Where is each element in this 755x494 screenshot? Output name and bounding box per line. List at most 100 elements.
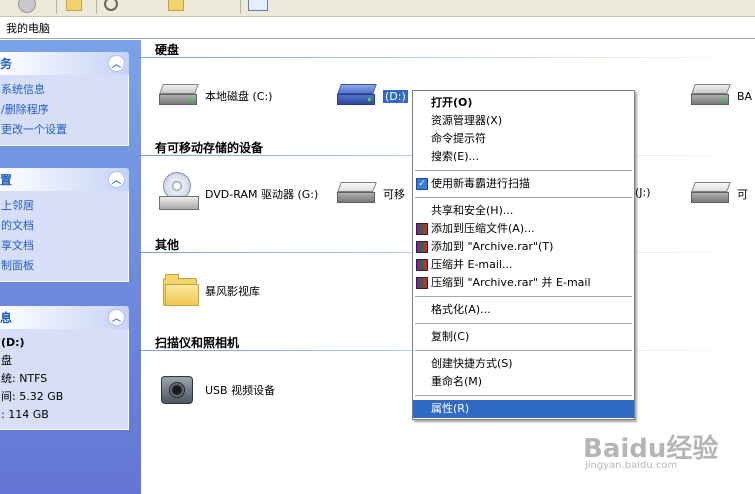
menu-item-add-to-archive[interactable]: 添加到压缩文件(A)... (413, 220, 634, 238)
winrar-icon (416, 259, 428, 271)
menu-item-sharing-security[interactable]: 共享和安全(H)... (413, 202, 634, 220)
winrar-icon (416, 241, 428, 253)
menu-separator (415, 350, 632, 351)
panel-title: 务 (0, 57, 13, 71)
group-header-hard-disks: 硬盘 (155, 43, 180, 57)
search-button[interactable] (104, 0, 121, 14)
item-label: 暴风影视库 (205, 285, 260, 298)
removable-disk-icon (689, 182, 733, 206)
views-button[interactable] (248, 0, 271, 14)
shared-documents-link[interactable]: 享文档 (1, 236, 124, 256)
drive-label: (D:) (383, 89, 408, 103)
menu-item-format[interactable]: 格式化(A)... (413, 301, 634, 319)
menu-item-command-prompt[interactable]: 命令提示符 (413, 130, 634, 148)
group-header-other: 其他 (155, 238, 180, 252)
other-places-header[interactable]: 置 ︿ (0, 168, 129, 191)
dvd-drive-icon (157, 172, 201, 216)
folder-icon (161, 274, 201, 308)
free-space: 间: 5.32 GB (1, 390, 64, 403)
removable-disk-j[interactable]: (J:) (635, 186, 651, 199)
control-panel-link[interactable]: 制面板 (1, 256, 124, 276)
hard-disk-icon (689, 84, 733, 108)
menu-item-add-to-archive-rar[interactable]: 添加到 "Archive.rar"(T) (413, 238, 634, 256)
context-menu: 打开(O) 资源管理器(X) 命令提示符 搜索(E)... ✓ 使用新毒霸进行扫… (412, 90, 635, 420)
drive-label: 可移 (383, 188, 405, 201)
details-body: (D:) 盘 统: NTFS 间: 5.32 GB : 114 GB (0, 329, 129, 430)
winrar-icon (416, 277, 428, 289)
removable-disk[interactable]: 可移 (335, 182, 405, 206)
other-places-panel: 置 ︿ 上邻居 的文档 享文档 制面板 (0, 168, 129, 282)
panel-title: 置 (0, 173, 13, 187)
drive-ba[interactable]: BA (689, 84, 752, 108)
menu-item-antivirus-scan[interactable]: ✓ 使用新毒霸进行扫描 (413, 175, 634, 193)
drive-label: 可 (737, 188, 748, 201)
removable-disk-icon (335, 182, 379, 206)
details-panel: 息 ︿ (D:) 盘 统: NTFS 间: 5.32 GB : 114 GB (0, 306, 129, 430)
toolbar-divider (96, 0, 97, 14)
menu-item-compress-email[interactable]: 压缩并 E-mail... (413, 256, 634, 274)
winrar-icon (416, 223, 428, 235)
menu-item-label: 压缩到 "Archive.rar" 并 E-mail (431, 276, 591, 289)
menu-item-explore[interactable]: 资源管理器(X) (413, 112, 634, 130)
scan-icon: ✓ (416, 178, 428, 190)
toolbar-divider (56, 0, 57, 14)
panel-title: 息 (0, 311, 13, 325)
views-icon (248, 0, 268, 11)
address-bar[interactable]: 我的电脑 (0, 18, 755, 39)
menu-item-copy[interactable]: 复制(C) (413, 328, 634, 346)
menu-item-label: 添加到 "Archive.rar"(T) (431, 240, 554, 253)
menu-separator (415, 296, 632, 297)
up-button[interactable] (66, 0, 82, 14)
dvd-drive-g[interactable]: DVD-RAM 驱动器 (G:) (157, 172, 318, 216)
item-label: USB 视频设备 (205, 384, 276, 397)
menu-item-label: 使用新毒霸进行扫描 (431, 177, 530, 190)
my-documents-link[interactable]: 的文档 (1, 216, 124, 236)
system-tasks-body: 系统信息 /删除程序 更改一个设置 (0, 75, 129, 146)
usb-video-device[interactable]: USB 视频设备 (157, 370, 275, 410)
group-header-removable: 有可移动存储的设备 (155, 141, 264, 155)
menu-item-compress-rar-email[interactable]: 压缩到 "Archive.rar" 并 E-mail (413, 274, 634, 292)
drive-d[interactable]: (D:) (335, 84, 408, 108)
other-places-body: 上邻居 的文档 享文档 制面板 (0, 191, 129, 282)
details-header[interactable]: 息 ︿ (0, 306, 129, 329)
menu-item-search[interactable]: 搜索(E)... (413, 148, 634, 166)
add-remove-programs-link[interactable]: /删除程序 (1, 100, 124, 120)
menu-item-label: 压缩并 E-mail... (431, 258, 513, 271)
system-tasks-header[interactable]: 务 ︿ (0, 52, 129, 75)
folders-icon (168, 0, 184, 11)
folders-button[interactable] (168, 0, 187, 14)
hard-disk-icon (157, 84, 201, 108)
menu-separator (415, 323, 632, 324)
system-tasks-panel: 务 ︿ 系统信息 /删除程序 更改一个设置 (0, 52, 129, 146)
toolbar (0, 0, 755, 17)
webcam-icon (157, 370, 201, 410)
menu-item-create-shortcut[interactable]: 创建快捷方式(S) (413, 355, 634, 373)
change-setting-link[interactable]: 更改一个设置 (1, 120, 124, 140)
drive-c[interactable]: 本地磁盘 (C:) (157, 84, 272, 108)
view-system-info-link[interactable]: 系统信息 (1, 80, 124, 100)
collapse-chevron-icon[interactable]: ︿ (108, 171, 125, 188)
collapse-chevron-icon[interactable]: ︿ (108, 55, 125, 72)
toolbar-divider (240, 0, 241, 14)
total-size: : 114 GB (1, 408, 49, 421)
hard-disk-icon (335, 84, 379, 108)
collapse-chevron-icon[interactable]: ︿ (108, 309, 125, 326)
menu-separator (415, 170, 632, 171)
menu-item-rename[interactable]: 重命名(M) (413, 373, 634, 391)
menu-separator (415, 395, 632, 396)
drive-type: 盘 (1, 354, 12, 367)
drive-label: 本地磁盘 (C:) (205, 90, 273, 103)
menu-item-label: 添加到压缩文件(A)... (431, 222, 535, 235)
menu-item-properties[interactable]: 属性(R) (413, 400, 634, 418)
address-path: 我的电脑 (6, 22, 50, 35)
menu-item-open[interactable]: 打开(O) (413, 94, 634, 112)
folder-up-icon (66, 0, 82, 11)
file-system: 统: NTFS (1, 372, 48, 385)
network-places-link[interactable]: 上邻居 (1, 196, 124, 216)
baofeng-library[interactable]: 暴风影视库 (161, 274, 260, 308)
menu-separator (415, 197, 632, 198)
removable-disk-2[interactable]: 可 (689, 182, 748, 206)
forward-button[interactable] (18, 0, 36, 14)
drive-label: (J:) (635, 186, 651, 199)
group-divider (141, 57, 755, 58)
